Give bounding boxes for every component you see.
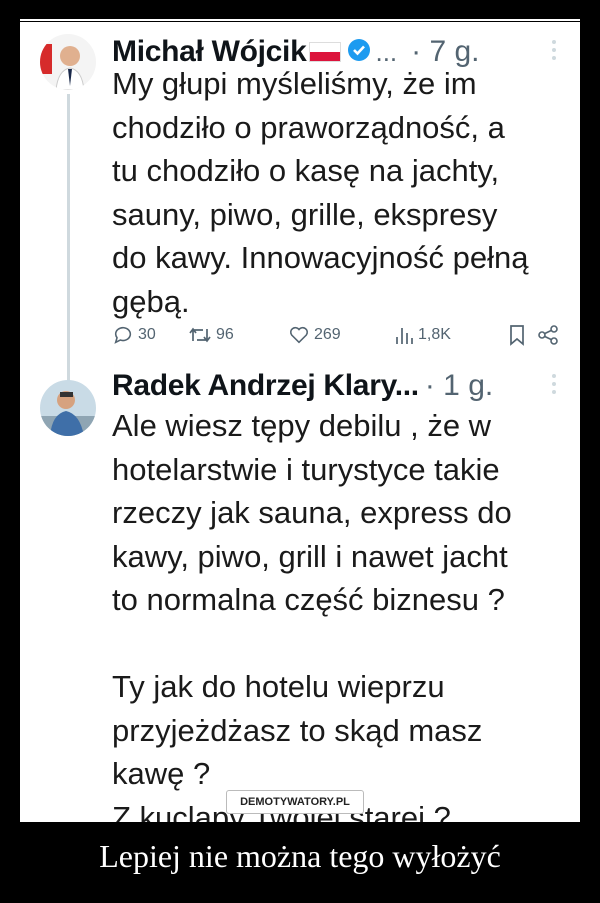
reply-button[interactable]: 30	[112, 324, 156, 346]
like-icon	[289, 326, 309, 344]
like-count: 269	[314, 326, 341, 343]
reply-icon	[114, 326, 132, 344]
thread-line	[67, 94, 70, 384]
top-frame-line	[20, 19, 580, 21]
post-text: My głupi myśleliśmy, że im chodziło o pr…	[112, 66, 529, 319]
screenshot-panel: Michał Wójcik ... · 7 g. My głupi myślel…	[20, 22, 580, 822]
reply-time[interactable]: · 1 g.	[425, 369, 493, 403]
reply-more-icon[interactable]	[552, 374, 558, 394]
share-icon	[538, 325, 558, 345]
like-button[interactable]: 269	[288, 324, 341, 346]
demotivator-caption: Lepiej nie można tego wyłożyć	[99, 838, 501, 874]
reply-header: Radek Andrzej Klary... · 1 g.	[112, 366, 493, 406]
views-button[interactable]: 1,8K	[394, 324, 451, 346]
repost-button[interactable]: 96	[188, 324, 234, 346]
avatar-radek[interactable]	[40, 380, 96, 436]
reply-author-name[interactable]: Radek Andrzej Klary...	[112, 369, 419, 403]
reply-count: 30	[138, 326, 156, 343]
watermark: DEMOTYWATORY.PL	[226, 790, 364, 814]
more-icon[interactable]	[552, 40, 558, 60]
action-bar: 30 96 269 1,8K	[112, 324, 562, 358]
bookmark-button[interactable]	[508, 324, 526, 346]
avatar-michal[interactable]	[40, 34, 96, 90]
repost-icon	[189, 327, 211, 343]
reply-text: Ale wiesz tępy debilu , że w hotelarstwi…	[112, 408, 512, 822]
poland-flag-icon	[309, 42, 342, 62]
views-count: 1,8K	[418, 326, 451, 343]
bookmark-icon	[510, 325, 524, 346]
share-button[interactable]	[536, 324, 560, 346]
repost-count: 96	[216, 326, 234, 343]
views-icon	[396, 328, 413, 344]
